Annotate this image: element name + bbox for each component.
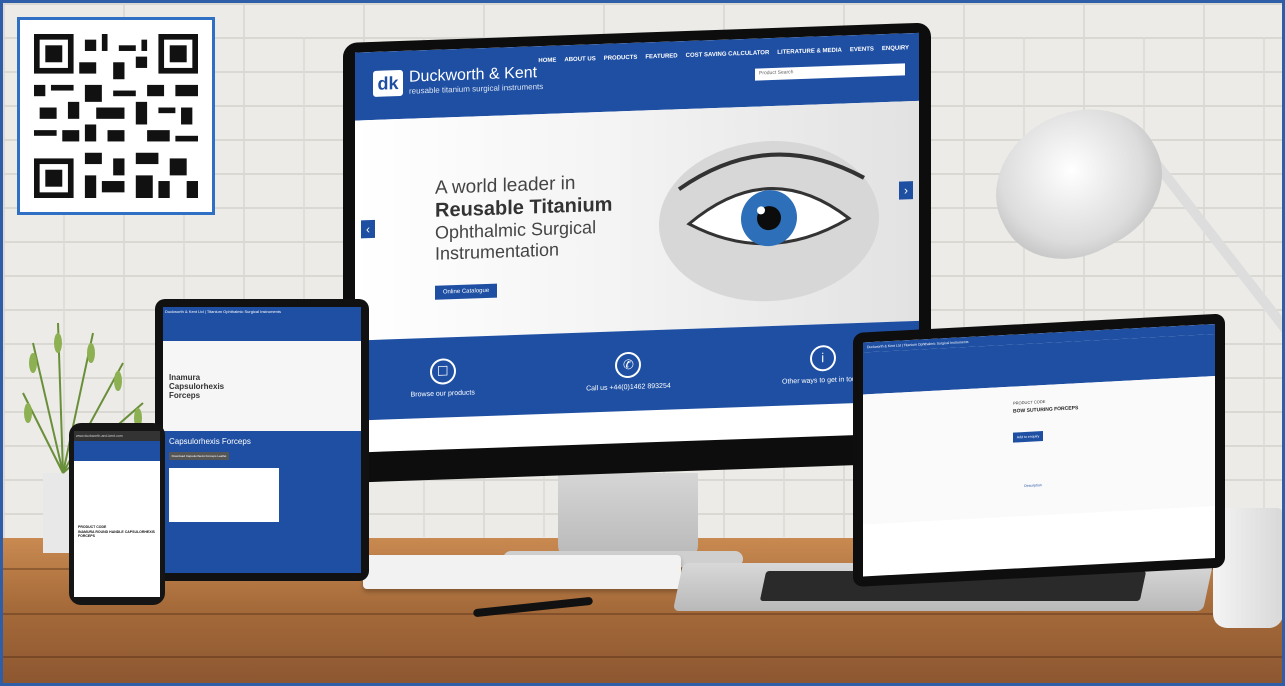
- laptop-device: Duckworth & Kent Ltd | Titanium Ophthalm…: [853, 313, 1225, 587]
- feature-call-label: Call us +44(0)1462 893254: [586, 382, 671, 393]
- phone-product-name: INAMURA ROUND HANDLE CAPSULORHEXIS FORCE…: [78, 529, 155, 539]
- tablet-section-title: Capsulorhexis Forceps: [169, 437, 251, 446]
- tablet-product-image: [169, 468, 279, 522]
- tablet-content: Capsulorhexis Forceps Download Capsulorh…: [163, 431, 361, 573]
- info-icon: i: [809, 344, 836, 372]
- tablet-topline: Duckworth & Kent Ltd | Titanium Ophthalm…: [165, 309, 281, 314]
- monitor-screen: dk Duckworth & Kent reusable titanium su…: [355, 32, 919, 453]
- product-search-input[interactable]: Product Search: [755, 63, 905, 81]
- tablet-device: Duckworth & Kent Ltd | Titanium Ophthalm…: [155, 299, 369, 581]
- nav-item-products[interactable]: PRODUCTS: [604, 55, 638, 62]
- tablet-hero: Inamura Capsulorhexis Forceps: [163, 341, 361, 431]
- eye-image: [659, 141, 879, 302]
- keyboard: [363, 555, 681, 589]
- tablet-hero-line-2: Capsulorhexis: [169, 382, 225, 391]
- phone-product-title: PRODUCT CODE INAMURA ROUND HANDLE CAPSUL…: [78, 525, 158, 539]
- feature-contact[interactable]: i Other ways to get in touch: [782, 343, 863, 385]
- nav-item-literature[interactable]: LITERATURE & MEDIA: [777, 48, 842, 56]
- nav-item-enquiry[interactable]: ENQUIRY: [882, 45, 909, 52]
- main-nav: HOME ABOUT US PRODUCTS FEATURED COST SAV…: [538, 45, 909, 64]
- nav-item-featured[interactable]: FEATURED: [645, 53, 677, 60]
- tablet-hero-line-1: Inamura: [169, 373, 201, 382]
- phone-header: [74, 441, 160, 461]
- monitor-stand: [558, 473, 698, 563]
- scene-frame: dk Duckworth & Kent reusable titanium su…: [0, 0, 1285, 686]
- online-catalogue-button[interactable]: Online Catalogue: [435, 283, 497, 300]
- carousel-next-button[interactable]: ›: [899, 181, 913, 200]
- tablet-screen: Duckworth & Kent Ltd | Titanium Ophthalm…: [163, 307, 361, 573]
- laptop-product-title: BOW SUTURING FORCEPS: [1013, 405, 1079, 415]
- tablet-download-button[interactable]: Download Capsulorhexis Forceps Leaflet: [169, 452, 229, 460]
- phone-icon: ✆: [615, 351, 642, 378]
- feature-call[interactable]: ✆ Call us +44(0)1462 893254: [586, 350, 671, 392]
- phone-screen: www.duckworth-and-kent.com PRODUCT CODE …: [74, 431, 160, 597]
- hero-banner: A world leader in Reusable Titanium Opht…: [355, 100, 919, 341]
- carousel-prev-button[interactable]: ‹: [361, 219, 375, 239]
- tablet-header: Duckworth & Kent Ltd | Titanium Ophthalm…: [163, 307, 361, 341]
- phone-url-bar[interactable]: www.duckworth-and-kent.com: [74, 431, 160, 441]
- nav-item-events[interactable]: EVENTS: [850, 46, 874, 53]
- dk-logo-icon: dk: [373, 69, 403, 97]
- feature-browse-label: Browse our products: [410, 388, 475, 399]
- feature-contact-label: Other ways to get in touch: [782, 375, 864, 386]
- nav-item-home[interactable]: HOME: [538, 58, 556, 65]
- nav-item-about[interactable]: ABOUT US: [564, 56, 595, 63]
- site-logo[interactable]: dk Duckworth & Kent reusable titanium su…: [373, 64, 543, 97]
- desktop-monitor: dk Duckworth & Kent reusable titanium su…: [343, 22, 931, 484]
- laptop-screen: Duckworth & Kent Ltd | Titanium Ophthalm…: [863, 324, 1215, 577]
- feature-browse[interactable]: ☐ Browse our products: [411, 357, 475, 398]
- laptop-product-area: PRODUCT CODE BOW SUTURING FORCEPS: [863, 376, 1215, 525]
- qr-code-icon: [34, 34, 198, 198]
- qr-code[interactable]: [17, 17, 215, 215]
- tablet-hero-line-3: Forceps: [169, 391, 201, 400]
- phone-device: www.duckworth-and-kent.com PRODUCT CODE …: [69, 423, 165, 605]
- add-to-enquiry-button[interactable]: Add to enquiry: [1013, 431, 1043, 443]
- laptop-hand-icon: ☐: [429, 357, 456, 385]
- nav-item-calculator[interactable]: COST SAVING CALCULATOR: [686, 50, 770, 59]
- laptop-product-code: PRODUCT CODE: [1013, 398, 1046, 406]
